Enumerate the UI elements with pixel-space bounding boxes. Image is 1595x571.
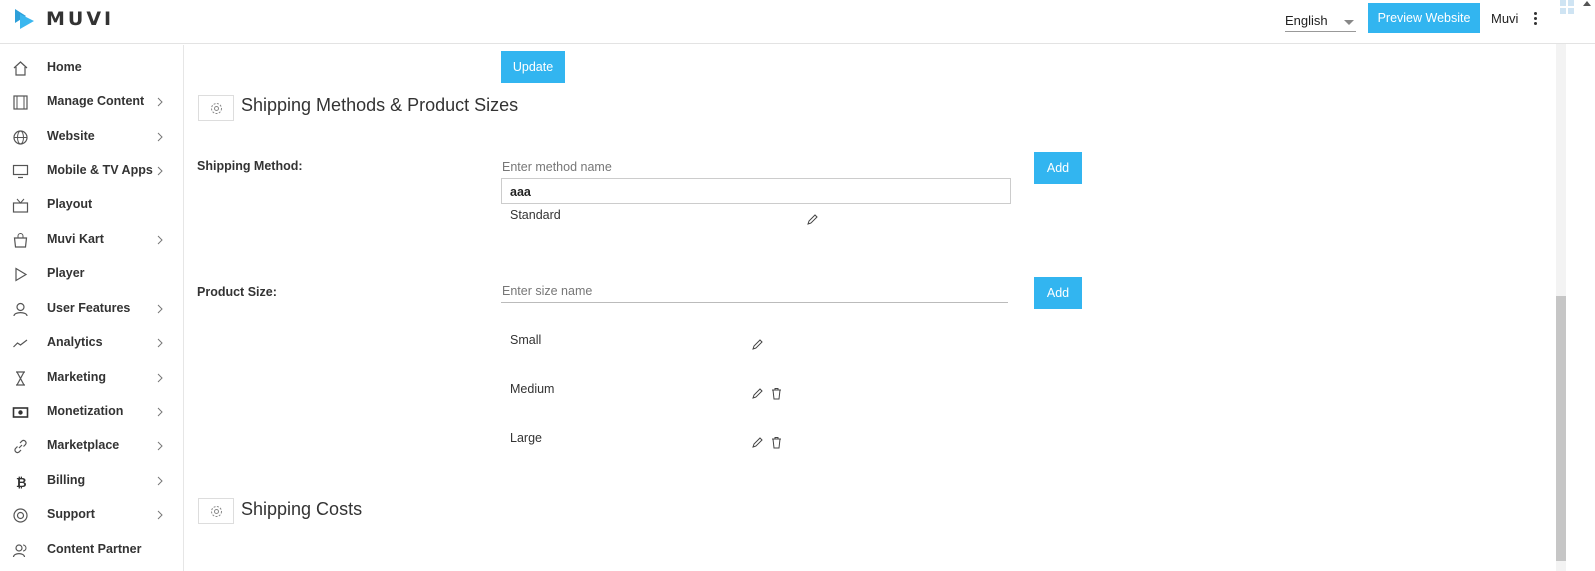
sidebar-item-label: Billing: [47, 473, 86, 487]
sidebar-item-player[interactable]: Player: [0, 257, 183, 291]
preview-website-button[interactable]: Preview Website: [1368, 3, 1480, 33]
autocomplete-suggestion[interactable]: aaa: [501, 178, 1011, 204]
sidebar-item-marketing[interactable]: Marketing: [0, 361, 183, 395]
language-value: English: [1285, 13, 1328, 28]
trash-icon[interactable]: [770, 387, 783, 400]
add-product-size-button[interactable]: Add: [1034, 277, 1082, 309]
sidebar-item-playout[interactable]: Playout: [0, 188, 183, 222]
sidebar-item-label: Manage Content: [47, 94, 145, 108]
bitcoin-icon: ₿: [16, 476, 27, 490]
sidebar-item-content-partner[interactable]: Content Partner: [0, 533, 183, 567]
partner-icon: [12, 544, 27, 558]
product-size-item: Small: [510, 333, 542, 347]
film-icon: [13, 95, 28, 110]
chevron-right-icon: [157, 373, 163, 383]
shopping-bag-icon: [13, 233, 28, 248]
caret-down-icon: [1344, 20, 1354, 25]
sidebar-item-label: Playout: [47, 197, 93, 211]
chevron-right-icon: [157, 441, 163, 451]
sidebar-item-mobile-tv-apps[interactable]: Mobile & TV Apps: [0, 154, 183, 188]
shipping-costs-settings-button[interactable]: [198, 498, 234, 524]
product-size-input[interactable]: [501, 279, 1008, 303]
tv-antenna-icon: [12, 198, 29, 213]
add-shipping-method-button[interactable]: Add: [1034, 152, 1082, 184]
chevron-right-icon: [157, 407, 163, 417]
scrollbar-thumb[interactable]: [1556, 296, 1566, 561]
edit-pencil-icon[interactable]: [751, 338, 764, 351]
sidebar-item-label: Analytics: [47, 335, 103, 349]
sidebar-item-monetization[interactable]: Monetization: [0, 395, 183, 429]
svg-text:₿: ₿: [16, 476, 27, 490]
sidebar-item-label: Muvi Kart: [47, 232, 104, 246]
globe-icon: [13, 130, 28, 145]
shipping-methods-settings-button[interactable]: [198, 95, 234, 121]
sidebar-item-support[interactable]: Support: [0, 498, 183, 532]
sidebar-item-label: User Features: [47, 301, 131, 315]
sidebar-item-label: Support: [47, 507, 95, 521]
user-icon: [13, 302, 28, 317]
sidebar-item-home[interactable]: Home: [0, 51, 183, 85]
sidebar-item-label: Player: [47, 266, 85, 280]
section-title-shipping-methods: Shipping Methods & Product Sizes: [241, 95, 519, 115]
sidebar-item-muvi-kart[interactable]: Muvi Kart: [0, 223, 183, 257]
top-bar: MUVI English Preview Website Muvi: [0, 0, 1595, 44]
chevron-right-icon: [157, 338, 163, 348]
main-content: Update Shipping Methods & Product Sizes …: [185, 45, 1555, 571]
sidebar-item-label: Website: [47, 129, 95, 143]
edit-pencil-icon[interactable]: [751, 436, 764, 449]
edit-pencil-icon[interactable]: [751, 387, 764, 400]
sidebar-item-marketplace[interactable]: Marketplace: [0, 429, 183, 463]
sidebar-item-label: Mobile & TV Apps: [47, 163, 153, 177]
hourglass-icon: [16, 371, 25, 386]
sidebar-item-label: Marketplace: [47, 438, 120, 452]
user-name[interactable]: Muvi: [1491, 11, 1518, 26]
sidebar-item-website[interactable]: Website: [0, 120, 183, 154]
sidebar-item-label: Monetization: [47, 404, 124, 418]
logo-text: MUVI: [46, 8, 115, 30]
section-title-shipping-costs: Shipping Costs: [241, 499, 363, 519]
corner-widget-icon[interactable]: [1560, 0, 1595, 14]
shipping-method-input[interactable]: [501, 155, 1008, 179]
monitor-icon: [12, 164, 29, 179]
language-select[interactable]: English: [1285, 10, 1356, 32]
sidebar-item-label: Marketing: [47, 370, 107, 384]
play-icon: [15, 267, 28, 282]
update-button[interactable]: Update: [501, 51, 565, 83]
chevron-right-icon: [157, 235, 163, 245]
gear-icon: [211, 103, 222, 114]
sidebar-item-billing[interactable]: ₿ Billing: [0, 464, 183, 498]
sidebar-item-manage-content[interactable]: Manage Content: [0, 85, 183, 119]
trend-line-icon: [13, 339, 28, 348]
edit-pencil-icon[interactable]: [806, 213, 819, 226]
shipping-method-item: Standard: [510, 208, 561, 222]
sidebar-item-label: Content Partner: [47, 542, 142, 556]
lifebuoy-icon: [13, 508, 28, 523]
chevron-right-icon: [157, 97, 163, 107]
trash-icon[interactable]: [770, 436, 783, 449]
muvi-logo[interactable]: MUVI: [12, 6, 114, 32]
more-options-icon[interactable]: [1533, 12, 1539, 26]
home-icon: [13, 61, 28, 76]
muvi-logo-icon: [15, 9, 34, 29]
sidebar-item-user-features[interactable]: User Features: [0, 292, 183, 326]
chevron-right-icon: [157, 476, 163, 486]
product-size-label: Product Size:: [197, 285, 277, 299]
chevron-right-icon: [157, 304, 163, 314]
sidebar-item-analytics[interactable]: Analytics: [0, 326, 183, 360]
product-size-item: Medium: [510, 382, 555, 396]
sidebar: Home Manage Content Website Mobile & TV …: [0, 45, 184, 571]
gear-icon: [211, 506, 222, 517]
cash-icon: [12, 407, 29, 418]
shipping-method-label: Shipping Method:: [197, 159, 303, 173]
sidebar-item-label: Home: [47, 60, 82, 74]
product-size-item: Large: [510, 431, 542, 445]
chevron-right-icon: [157, 510, 163, 520]
link-icon: [14, 439, 27, 454]
chevron-right-icon: [157, 132, 163, 142]
chevron-right-icon: [157, 166, 163, 176]
suggestion-text: aaa: [510, 185, 531, 199]
